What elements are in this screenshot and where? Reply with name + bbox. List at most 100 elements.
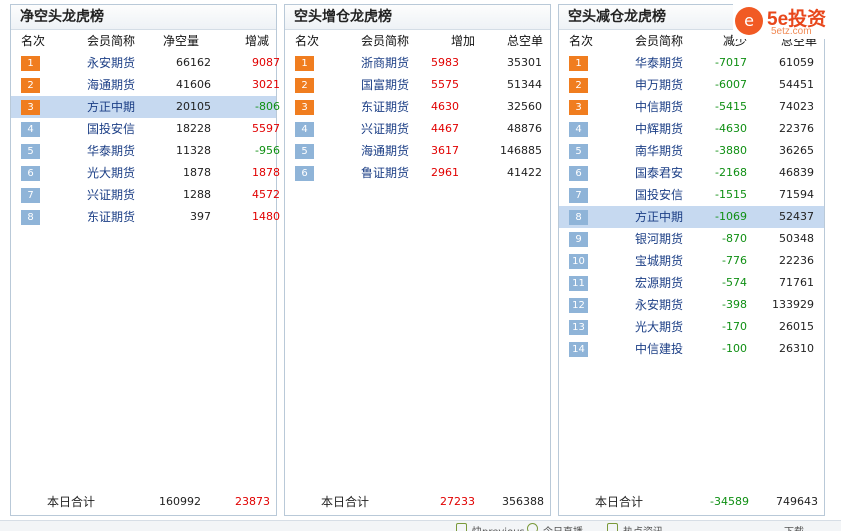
value-2: 4572 — [252, 188, 280, 201]
member-name[interactable]: 申万期货 — [635, 74, 683, 96]
table-row[interactable]: 5 南华期货 -3880 36265 — [559, 140, 824, 162]
table-row[interactable]: 4 中辉期货 -4630 22376 — [559, 118, 824, 140]
rank-badge: 14 — [569, 342, 588, 357]
value-1: 5575 — [431, 78, 459, 91]
value-2: 26310 — [779, 342, 814, 355]
table-row[interactable]: 5 海通期货 3617 146885 — [285, 140, 550, 162]
column-header: 名次 会员简称 增加 总空单 — [285, 30, 550, 52]
table-row[interactable]: 4 兴证期货 4467 48876 — [285, 118, 550, 140]
table-row[interactable]: 4 国投安信 18228 5597 — [11, 118, 280, 140]
member-name[interactable]: 永安期货 — [87, 52, 135, 74]
table-row[interactable]: 6 国泰君安 -2168 46839 — [559, 162, 824, 184]
table-row[interactable]: 2 申万期货 -6007 54451 — [559, 74, 824, 96]
status-item-live[interactable]: 今日直播 — [543, 523, 583, 531]
value-2: 54451 — [779, 78, 814, 91]
table-row[interactable]: 11 宏源期货 -574 71761 — [559, 272, 824, 294]
table-row[interactable]: 3 方正中期 20105 -806 — [11, 96, 280, 118]
table-row[interactable]: 13 光大期货 -170 26015 — [559, 316, 824, 338]
value-1: 1288 — [183, 188, 211, 201]
rank-badge: 1 — [569, 56, 588, 71]
member-name[interactable]: 国泰君安 — [635, 162, 683, 184]
table-row[interactable]: 1 华泰期货 -7017 61059 — [559, 52, 824, 74]
member-name[interactable]: 永安期货 — [635, 294, 683, 316]
value-2: 32560 — [507, 100, 542, 113]
total-value-1: 160992 — [159, 495, 201, 508]
member-name[interactable]: 东证期货 — [361, 96, 409, 118]
member-name[interactable]: 光大期货 — [635, 316, 683, 338]
col-member: 会员简称 — [87, 34, 136, 48]
status-item-news[interactable]: 热点资讯 — [623, 523, 663, 531]
member-name[interactable]: 国投安信 — [87, 118, 135, 140]
col-rank: 名次 — [21, 34, 46, 48]
panel-title: 净空头龙虎榜 — [11, 5, 276, 30]
rank-badge: 7 — [21, 188, 40, 203]
member-name[interactable]: 国投安信 — [635, 184, 683, 206]
status-item-download[interactable]: 下载 — [784, 523, 804, 531]
rank-badge: 1 — [295, 56, 314, 71]
member-name[interactable]: 银河期货 — [635, 228, 683, 250]
table-row[interactable]: 1 永安期货 66162 9087 — [11, 52, 280, 74]
table-row[interactable]: 7 兴证期货 1288 4572 — [11, 184, 280, 206]
rank-badge: 2 — [569, 78, 588, 93]
member-name[interactable]: 宏源期货 — [635, 272, 683, 294]
value-1: -2168 — [715, 166, 747, 179]
table-row[interactable]: 7 国投安信 -1515 71594 — [559, 184, 824, 206]
table-row[interactable]: 9 银河期货 -870 50348 — [559, 228, 824, 250]
table-row[interactable]: 3 中信期货 -5415 74023 — [559, 96, 824, 118]
table-row[interactable]: 1 浙商期货 5983 35301 — [285, 52, 550, 74]
member-name[interactable]: 中信期货 — [635, 96, 683, 118]
member-name[interactable]: 南华期货 — [635, 140, 683, 162]
value-2: -806 — [255, 100, 280, 113]
value-2: 50348 — [779, 232, 814, 245]
ranking-list: 1 浙商期货 5983 35301 2 国富期货 5575 51344 3 东证期货 4630 325… — [285, 52, 550, 184]
member-name[interactable]: 华泰期货 — [635, 52, 683, 74]
table-row[interactable]: 2 海通期货 41606 3021 — [11, 74, 280, 96]
total-value-2: 356388 — [502, 495, 544, 508]
table-row[interactable]: 14 中信建投 -100 26310 — [559, 338, 824, 360]
flash-icon — [456, 523, 467, 531]
member-name[interactable]: 海通期货 — [361, 140, 409, 162]
table-row[interactable]: 8 东证期货 397 1480 — [11, 206, 280, 228]
brand-logo[interactable]: e 5e投资 5etz.com — [733, 3, 837, 39]
member-name[interactable]: 浙商期货 — [361, 52, 409, 74]
member-name[interactable]: 方正中期 — [87, 96, 135, 118]
rank-badge: 12 — [569, 298, 588, 313]
member-name[interactable]: 中辉期货 — [635, 118, 683, 140]
member-name[interactable]: 鲁证期货 — [361, 162, 409, 184]
table-row[interactable]: 6 光大期货 1878 1878 — [11, 162, 280, 184]
value-2: 1878 — [252, 166, 280, 179]
value-2: 71761 — [779, 276, 814, 289]
member-name[interactable]: 东证期货 — [87, 206, 135, 228]
table-row[interactable]: 12 永安期货 -398 133929 — [559, 294, 824, 316]
rank-badge: 5 — [569, 144, 588, 159]
member-name[interactable]: 方正中期 — [635, 206, 683, 228]
member-name[interactable]: 中信建投 — [635, 338, 683, 360]
member-name[interactable]: 宝城期货 — [635, 250, 683, 272]
col-member: 会员简称 — [635, 34, 684, 48]
table-row[interactable]: 5 华泰期货 11328 -956 — [11, 140, 280, 162]
daily-total: 本日合计 160992 23873 — [11, 494, 276, 510]
status-item-flash[interactable]: 快previous — [472, 523, 525, 531]
col-total-short: 总空单 — [507, 34, 544, 48]
table-row[interactable]: 6 鲁证期货 2961 41422 — [285, 162, 550, 184]
member-name[interactable]: 光大期货 — [87, 162, 135, 184]
table-row[interactable]: 2 国富期货 5575 51344 — [285, 74, 550, 96]
total-value-1: 27233 — [440, 495, 475, 508]
daily-total: 本日合计 27233 356388 — [285, 494, 550, 510]
rank-badge: 2 — [21, 78, 40, 93]
member-name[interactable]: 华泰期货 — [87, 140, 135, 162]
col-rank: 名次 — [569, 34, 594, 48]
value-1: -1069 — [715, 210, 747, 223]
value-2: 1480 — [252, 210, 280, 223]
rank-badge: 2 — [295, 78, 314, 93]
table-row[interactable]: 3 东证期货 4630 32560 — [285, 96, 550, 118]
member-name[interactable]: 兴证期货 — [361, 118, 409, 140]
col-increase: 增加 — [451, 34, 476, 48]
ranking-list: 1 华泰期货 -7017 61059 2 申万期货 -6007 54451 3 中信期货 -5415… — [559, 52, 824, 360]
member-name[interactable]: 国富期货 — [361, 74, 409, 96]
member-name[interactable]: 兴证期货 — [87, 184, 135, 206]
member-name[interactable]: 海通期货 — [87, 74, 135, 96]
table-row[interactable]: 8 方正中期 -1069 52437 — [559, 206, 824, 228]
value-2: 22236 — [779, 254, 814, 267]
table-row[interactable]: 10 宝城期货 -776 22236 — [559, 250, 824, 272]
